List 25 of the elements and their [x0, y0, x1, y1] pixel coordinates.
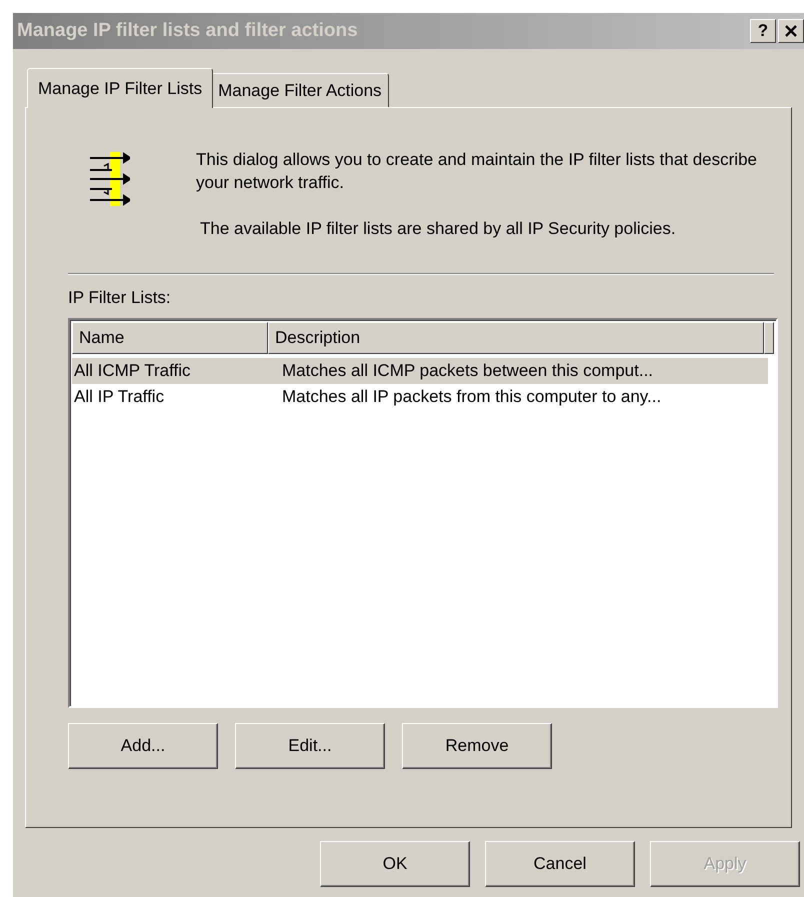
- description-text: This dialog allows you to create and maintain the IP filter lists that describe your network traffic.: [196, 149, 758, 194]
- filter-arrows-icon: [90, 152, 130, 206]
- header-filler: [764, 322, 774, 354]
- ok-button[interactable]: OK: [320, 841, 470, 887]
- list-label: IP Filter Lists:: [68, 288, 172, 309]
- description-cell: Matches all ICMP packets between this comput...: [282, 361, 654, 381]
- filter-list[interactable]: Name Description All ICMP Traffic Matches all ICMP packets between this comput... All IP Traffic Matches all IP packets from this computer to any...: [68, 318, 778, 708]
- column-header[interactable]: Description: [268, 322, 764, 354]
- window-title: Manage IP filter lists and filter actions: [17, 20, 359, 42]
- name-cell-text: All IP Traffic: [73, 387, 166, 407]
- edit-button[interactable]: Edit...: [235, 723, 385, 769]
- help-button[interactable]: ?: [750, 19, 776, 43]
- tab[interactable]: Manage Filter Actions: [211, 73, 389, 107]
- name-cell-text: All ICMP Traffic: [73, 361, 192, 381]
- description-text: The available IP filter lists are shared by all IP Security policies.: [200, 218, 677, 240]
- add-button[interactable]: Add...: [68, 723, 218, 769]
- description-cell: Matches all IP packets from this computer to any...: [282, 387, 662, 407]
- tab[interactable]: Manage IP Filter Lists: [27, 68, 214, 108]
- remove-button[interactable]: Remove: [402, 723, 552, 769]
- list-row[interactable]: All ICMP Traffic Matches all ICMP packets between this comput...: [72, 358, 768, 384]
- close-button[interactable]: [778, 19, 804, 43]
- close-icon: [784, 24, 798, 38]
- column-header[interactable]: Name: [72, 322, 268, 354]
- list-row[interactable]: All IP Traffic Matches all IP packets from this computer to any...: [72, 384, 768, 410]
- cancel-button[interactable]: Cancel: [485, 841, 635, 887]
